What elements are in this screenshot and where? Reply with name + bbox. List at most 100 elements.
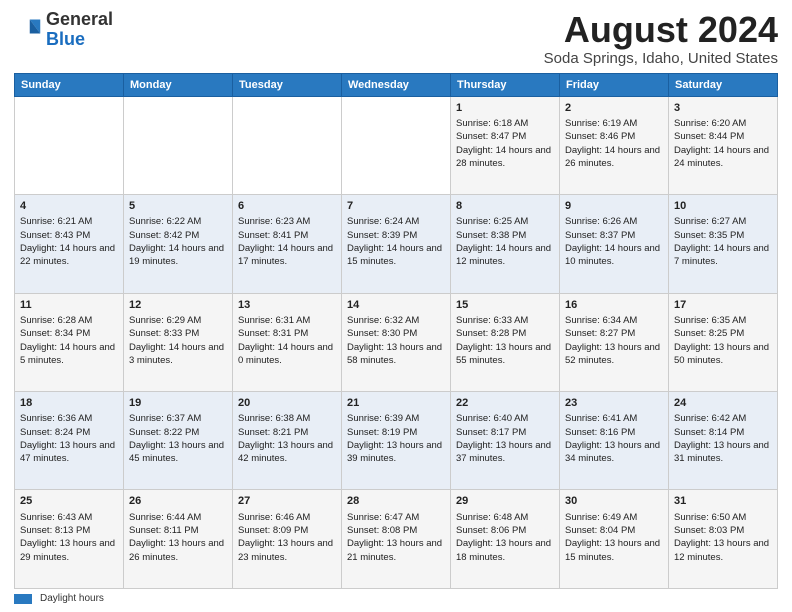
day-info: Daylight: 13 hours and 42 minutes. — [238, 439, 336, 466]
logo: General Blue — [14, 10, 113, 50]
day-info: Sunrise: 6:40 AM — [456, 412, 554, 425]
day-info: Sunset: 8:38 PM — [456, 229, 554, 242]
col-monday: Monday — [124, 73, 233, 96]
day-info: Daylight: 13 hours and 31 minutes. — [674, 439, 772, 466]
calendar-cell: 9Sunrise: 6:26 AMSunset: 8:37 PMDaylight… — [560, 195, 669, 293]
day-info: Daylight: 14 hours and 26 minutes. — [565, 144, 663, 171]
day-info: Daylight: 13 hours and 37 minutes. — [456, 439, 554, 466]
header: General Blue August 2024 Soda Springs, I… — [14, 10, 778, 67]
day-info: Sunrise: 6:19 AM — [565, 117, 663, 130]
day-info: Sunrise: 6:32 AM — [347, 314, 445, 327]
day-info: Daylight: 13 hours and 34 minutes. — [565, 439, 663, 466]
day-number: 2 — [565, 101, 663, 116]
day-info: Daylight: 14 hours and 7 minutes. — [674, 242, 772, 269]
calendar-cell: 6Sunrise: 6:23 AMSunset: 8:41 PMDaylight… — [233, 195, 342, 293]
day-info: Sunset: 8:17 PM — [456, 426, 554, 439]
day-info: Sunrise: 6:35 AM — [674, 314, 772, 327]
day-info: Sunrise: 6:49 AM — [565, 511, 663, 524]
day-number: 1 — [456, 101, 554, 116]
day-info: Sunrise: 6:50 AM — [674, 511, 772, 524]
day-number: 4 — [20, 199, 118, 214]
day-info: Sunset: 8:24 PM — [20, 426, 118, 439]
day-number: 14 — [347, 298, 445, 313]
calendar-cell: 7Sunrise: 6:24 AMSunset: 8:39 PMDaylight… — [342, 195, 451, 293]
col-saturday: Saturday — [669, 73, 778, 96]
day-number: 23 — [565, 396, 663, 411]
day-info: Sunrise: 6:21 AM — [20, 215, 118, 228]
day-info: Sunset: 8:19 PM — [347, 426, 445, 439]
day-info: Sunrise: 6:29 AM — [129, 314, 227, 327]
day-number: 16 — [565, 298, 663, 313]
day-info: Sunrise: 6:39 AM — [347, 412, 445, 425]
logo-blue: Blue — [46, 29, 85, 49]
day-info: Daylight: 14 hours and 3 minutes. — [129, 341, 227, 368]
calendar-cell: 23Sunrise: 6:41 AMSunset: 8:16 PMDayligh… — [560, 392, 669, 490]
calendar-cell: 22Sunrise: 6:40 AMSunset: 8:17 PMDayligh… — [451, 392, 560, 490]
day-number: 10 — [674, 199, 772, 214]
day-info: Sunrise: 6:31 AM — [238, 314, 336, 327]
day-number: 6 — [238, 199, 336, 214]
day-info: Sunset: 8:06 PM — [456, 524, 554, 537]
day-info: Sunset: 8:21 PM — [238, 426, 336, 439]
footer: Daylight hours — [14, 593, 778, 604]
calendar-week-1: 1Sunrise: 6:18 AMSunset: 8:47 PMDaylight… — [15, 96, 778, 194]
calendar-cell: 29 Sunrise: 6:48 AMSunset: 8:06 PMDayligh… — [451, 490, 560, 589]
day-number: 20 — [238, 396, 336, 411]
day-info: Daylight: 14 hours and 5 minutes. — [20, 341, 118, 368]
day-info: Daylight: 13 hours and 18 minutes. — [456, 537, 554, 564]
calendar-cell: 26Sunrise: 6:44 AMSunset: 8:11 PMDayligh… — [124, 490, 233, 589]
day-info: Daylight: 14 hours and 10 minutes. — [565, 242, 663, 269]
col-wednesday: Wednesday — [342, 73, 451, 96]
calendar-cell: 1Sunrise: 6:18 AMSunset: 8:47 PMDaylight… — [451, 96, 560, 194]
day-info: Sunset: 8:25 PM — [674, 327, 772, 340]
day-number: 28 — [347, 494, 445, 509]
day-number: 8 — [456, 199, 554, 214]
day-info: Sunset: 8:44 PM — [674, 130, 772, 143]
calendar-week-4: 18Sunrise: 6:36 AMSunset: 8:24 PMDayligh… — [15, 392, 778, 490]
day-number: 31 — [674, 494, 772, 509]
day-info: Daylight: 13 hours and 26 minutes. — [129, 537, 227, 564]
calendar-week-5: 25Sunrise: 6:43 AMSunset: 8:13 PMDayligh… — [15, 490, 778, 589]
day-number: 12 — [129, 298, 227, 313]
day-number: 19 — [129, 396, 227, 411]
title-block: August 2024 Soda Springs, Idaho, United … — [544, 10, 778, 67]
day-info: Daylight: 14 hours and 17 minutes. — [238, 242, 336, 269]
day-number: 17 — [674, 298, 772, 313]
day-info: Sunset: 8:28 PM — [456, 327, 554, 340]
day-info: Sunset: 8:37 PM — [565, 229, 663, 242]
col-thursday: Thursday — [451, 73, 560, 96]
day-number: 24 — [674, 396, 772, 411]
day-number: 22 — [456, 396, 554, 411]
day-number: 25 — [20, 494, 118, 509]
day-info: Sunrise: 6:23 AM — [238, 215, 336, 228]
calendar-cell: 24Sunrise: 6:42 AMSunset: 8:14 PMDayligh… — [669, 392, 778, 490]
day-info: Sunset: 8:14 PM — [674, 426, 772, 439]
day-number: 3 — [674, 101, 772, 116]
calendar-cell: 19Sunrise: 6:37 AMSunset: 8:22 PMDayligh… — [124, 392, 233, 490]
day-info: Sunset: 8:31 PM — [238, 327, 336, 340]
day-number: 15 — [456, 298, 554, 313]
day-number: 5 — [129, 199, 227, 214]
col-sunday: Sunday — [15, 73, 124, 96]
logo-general: General — [46, 9, 113, 29]
calendar-cell: 30Sunrise: 6:49 AMSunset: 8:04 PMDayligh… — [560, 490, 669, 589]
day-info: Sunset: 8:34 PM — [20, 327, 118, 340]
calendar-cell: 27Sunrise: 6:46 AMSunset: 8:09 PMDayligh… — [233, 490, 342, 589]
day-number: 7 — [347, 199, 445, 214]
day-info: Sunset: 8:27 PM — [565, 327, 663, 340]
day-number: 29 — [456, 494, 554, 509]
day-info: Sunrise: 6:44 AM — [129, 511, 227, 524]
calendar-cell: 28Sunrise: 6:47 AMSunset: 8:08 PMDayligh… — [342, 490, 451, 589]
calendar-cell — [342, 96, 451, 194]
day-info: Daylight: 13 hours and 45 minutes. — [129, 439, 227, 466]
day-info: Daylight: 14 hours and 22 minutes. — [20, 242, 118, 269]
day-info: Daylight: 14 hours and 15 minutes. — [347, 242, 445, 269]
day-info: Daylight: 14 hours and 19 minutes. — [129, 242, 227, 269]
day-info: Sunrise: 6:48 AM — [456, 511, 554, 524]
calendar-cell: 10Sunrise: 6:27 AMSunset: 8:35 PMDayligh… — [669, 195, 778, 293]
calendar-cell: 25Sunrise: 6:43 AMSunset: 8:13 PMDayligh… — [15, 490, 124, 589]
day-info: Sunrise: 6:43 AM — [20, 511, 118, 524]
day-number: 30 — [565, 494, 663, 509]
calendar-cell: 4Sunrise: 6:21 AMSunset: 8:43 PMDaylight… — [15, 195, 124, 293]
calendar-cell — [233, 96, 342, 194]
